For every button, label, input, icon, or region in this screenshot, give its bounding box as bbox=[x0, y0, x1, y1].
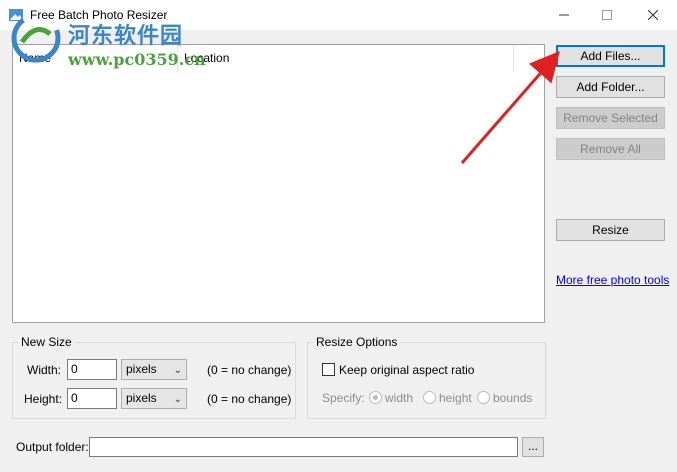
new-size-group: New Size Width: 0 pixels ⌄ (0 = no chang… bbox=[12, 335, 296, 419]
resize-options-group: Resize Options Keep original aspect rati… bbox=[307, 335, 546, 419]
radio-height[interactable] bbox=[423, 391, 436, 404]
width-unit-value: pixels bbox=[126, 362, 157, 376]
minimize-button[interactable] bbox=[541, 0, 587, 30]
add-folder-button[interactable]: Add Folder... bbox=[556, 76, 665, 98]
remove-selected-button[interactable]: Remove Selected bbox=[556, 107, 665, 129]
resize-options-title: Resize Options bbox=[314, 335, 400, 349]
height-unit-select[interactable]: pixels ⌄ bbox=[121, 388, 187, 409]
radio-width[interactable] bbox=[369, 391, 382, 404]
height-input[interactable]: 0 bbox=[67, 388, 117, 409]
close-button[interactable] bbox=[630, 0, 676, 30]
height-label: Height: bbox=[24, 392, 63, 406]
maximize-button[interactable] bbox=[584, 0, 630, 30]
new-size-title: New Size bbox=[19, 335, 74, 349]
column-header-location[interactable]: Location bbox=[178, 45, 514, 71]
width-hint: (0 = no change) bbox=[207, 363, 292, 377]
resize-button[interactable]: Resize bbox=[556, 219, 665, 241]
chevron-down-icon: ⌄ bbox=[173, 394, 182, 405]
height-unit-value: pixels bbox=[126, 391, 157, 405]
radio-bounds[interactable] bbox=[477, 391, 490, 404]
radio-bounds-label[interactable]: bounds bbox=[493, 391, 532, 405]
remove-all-button[interactable]: Remove All bbox=[556, 138, 665, 160]
add-files-button[interactable]: Add Files... bbox=[556, 45, 665, 67]
width-input[interactable]: 0 bbox=[67, 359, 117, 380]
maximize-icon bbox=[602, 10, 612, 20]
title-bar: Free Batch Photo Resizer bbox=[0, 0, 677, 30]
more-photo-tools-link[interactable]: More free photo tools bbox=[556, 273, 669, 287]
width-label: Width: bbox=[27, 363, 62, 377]
height-hint: (0 = no change) bbox=[207, 392, 292, 406]
radio-height-label[interactable]: height bbox=[439, 391, 472, 405]
file-list[interactable]: Name Location bbox=[12, 44, 545, 323]
app-icon bbox=[9, 9, 23, 21]
column-header-name[interactable]: Name bbox=[13, 45, 178, 71]
close-icon bbox=[648, 10, 658, 20]
keep-aspect-label[interactable]: Keep original aspect ratio bbox=[339, 363, 474, 377]
radio-width-label[interactable]: width bbox=[385, 391, 413, 405]
width-unit-select[interactable]: pixels ⌄ bbox=[121, 359, 187, 380]
minimize-icon bbox=[559, 14, 569, 16]
specify-label: Specify: bbox=[322, 391, 365, 405]
keep-aspect-checkbox[interactable] bbox=[322, 363, 335, 376]
chevron-down-icon: ⌄ bbox=[173, 365, 182, 376]
window-title: Free Batch Photo Resizer bbox=[30, 8, 168, 22]
output-folder-label: Output folder: bbox=[16, 440, 89, 454]
list-header: Name Location bbox=[13, 45, 544, 71]
output-folder-input[interactable] bbox=[89, 437, 518, 457]
browse-button[interactable]: ... bbox=[522, 437, 544, 457]
